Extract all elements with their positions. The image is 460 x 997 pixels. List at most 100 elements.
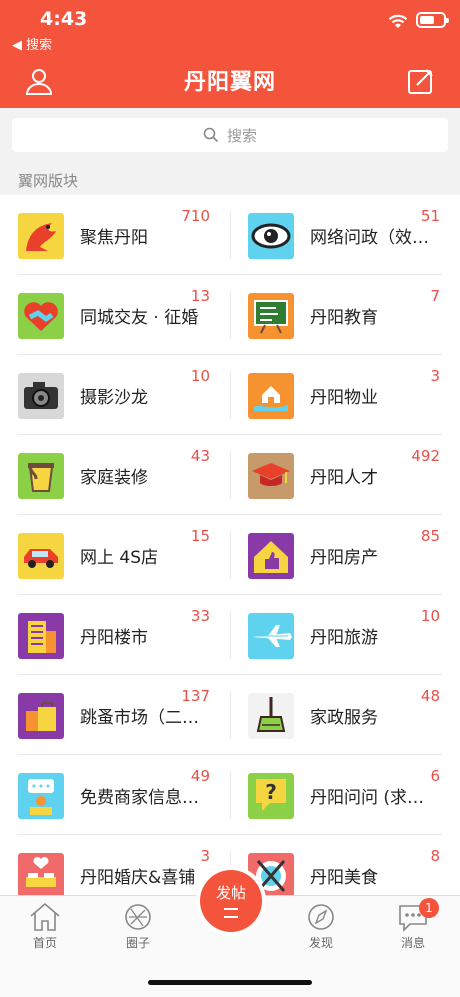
- board-item[interactable]: 家政服务 48: [230, 675, 460, 755]
- section-title: 翼网版块: [18, 172, 79, 190]
- board-item[interactable]: 免费商家信息… 49: [0, 755, 230, 835]
- board-name: 丹阳教育: [310, 308, 378, 328]
- house-hand-icon: [248, 373, 294, 419]
- tab-circle-label: 圈子: [125, 936, 150, 950]
- board-name: 聚焦丹阳: [80, 228, 148, 248]
- board-post-count: 49: [190, 767, 210, 785]
- wifi-icon: [388, 14, 408, 28]
- board-post-count: 85: [420, 527, 440, 545]
- board-post-count: 51: [420, 207, 440, 225]
- board-name: 家庭装修: [80, 468, 148, 488]
- board-name: 丹阳婚庆&喜铺: [80, 868, 196, 888]
- board-name: 摄影沙龙: [80, 388, 148, 408]
- car-icon: [18, 533, 64, 579]
- row-divider: [18, 434, 442, 435]
- board-post-count: 137: [181, 687, 210, 705]
- phoenix-icon: [18, 213, 64, 259]
- board-item[interactable]: 跳蚤市场（二… 137: [0, 675, 230, 755]
- board-name: 家政服务: [310, 708, 378, 728]
- airplane-icon: [248, 613, 294, 659]
- board-item[interactable]: 家庭装修 43: [0, 435, 230, 515]
- column-divider: [230, 451, 231, 499]
- board-post-count: 6: [430, 767, 440, 785]
- board-item[interactable]: 丹阳旅游 10: [230, 595, 460, 675]
- tab-discover[interactable]: 发现: [291, 902, 351, 951]
- home-indicator: [148, 980, 312, 985]
- board-post-count: 48: [420, 687, 440, 705]
- tab-discover-label: 发现: [308, 936, 333, 950]
- board-item[interactable]: 丹阳物业 3: [230, 355, 460, 435]
- question-bubble-icon: ?: [248, 773, 294, 819]
- unread-badge: 1: [419, 898, 439, 918]
- row-divider: [18, 754, 442, 755]
- board-post-count: 15: [190, 527, 210, 545]
- wedding-bed-icon: [18, 853, 64, 895]
- board-name: 网络问政（效…: [310, 228, 429, 248]
- handshake-heart-icon: [18, 293, 64, 339]
- broom-icon: [248, 693, 294, 739]
- board-post-count: 10: [420, 607, 440, 625]
- post-button[interactable]: 发帖: [200, 870, 262, 932]
- back-to-search-link[interactable]: ◀ 搜索: [12, 34, 52, 53]
- compass-icon: [308, 904, 334, 930]
- graduation-cap-icon: [248, 453, 294, 499]
- house-thumb-icon: [248, 533, 294, 579]
- board-post-count: 3: [430, 367, 440, 385]
- board-item[interactable]: ? 丹阳问问 (求… 6: [230, 755, 460, 835]
- battery-icon: [416, 12, 449, 28]
- search-icon: [203, 127, 219, 143]
- board-grid: 聚焦丹阳 710 网络问政（效… 51 同城交友 · 征婚 13 丹阳教育 7 摄影沙龙 10 丹阳…: [0, 195, 460, 895]
- board-post-count: 10: [190, 367, 210, 385]
- board-name: 丹阳物业: [310, 388, 378, 408]
- shopping-bags-icon: [18, 693, 64, 739]
- column-divider: [230, 291, 231, 339]
- tab-home[interactable]: 首页: [15, 902, 75, 951]
- board-item[interactable]: 网络问政（效… 51: [230, 195, 460, 275]
- board-post-count: 13: [190, 287, 210, 305]
- home-icon: [30, 902, 60, 931]
- board-item[interactable]: 丹阳房产 85: [230, 515, 460, 595]
- tab-home-label: 首页: [32, 936, 57, 950]
- paint-bucket-icon: [18, 453, 64, 499]
- board-item[interactable]: 聚焦丹阳 710: [0, 195, 230, 275]
- status-time: 4:43: [40, 8, 88, 30]
- board-post-count: 33: [190, 607, 210, 625]
- chalkboard-icon: [248, 293, 294, 339]
- board-post-count: 43: [190, 447, 210, 465]
- compose-icon[interactable]: [406, 66, 436, 96]
- app-header: 4:43 ◀ 搜索 丹阳翼网: [0, 0, 460, 108]
- row-divider: [18, 354, 442, 355]
- row-divider: [18, 514, 442, 515]
- board-name: 跳蚤市场（二…: [80, 708, 199, 728]
- column-divider: [230, 611, 231, 659]
- column-divider: [230, 211, 231, 259]
- board-name: 同城交友 · 征婚: [80, 308, 199, 328]
- board-name: 丹阳问问 (求…: [310, 788, 425, 808]
- board-item[interactable]: 网上 4S店 15: [0, 515, 230, 595]
- board-item[interactable]: 丹阳婚庆&喜铺 3: [0, 835, 230, 895]
- tab-messages[interactable]: 消息 1: [383, 898, 443, 951]
- merchant-icon: [18, 773, 64, 819]
- board-item[interactable]: 丹阳人才 492: [230, 435, 460, 515]
- board-item[interactable]: 丹阳教育 7: [230, 275, 460, 355]
- search-placeholder: 搜索: [226, 126, 257, 145]
- board-name: 丹阳楼市: [80, 628, 148, 648]
- board-post-count: 492: [411, 447, 440, 465]
- eye-icon: [248, 213, 294, 259]
- row-divider: [18, 274, 442, 275]
- row-divider: [18, 674, 442, 675]
- menu-lines-icon: [224, 908, 238, 918]
- row-divider: [18, 594, 442, 595]
- board-item[interactable]: 摄影沙龙 10: [0, 355, 230, 435]
- column-divider: [230, 771, 231, 819]
- board-item[interactable]: 丹阳美食 8: [230, 835, 460, 895]
- tab-circle[interactable]: 圈子: [108, 902, 168, 951]
- column-divider: [230, 371, 231, 419]
- board-item[interactable]: 同城交友 · 征婚 13: [0, 275, 230, 355]
- svg-text:?: ?: [265, 780, 277, 804]
- search-bar: 搜索: [0, 108, 460, 164]
- search-input[interactable]: 搜索: [12, 118, 448, 152]
- board-post-count: 710: [181, 207, 210, 225]
- board-name: 丹阳人才: [310, 468, 378, 488]
- board-item[interactable]: 丹阳楼市 33: [0, 595, 230, 675]
